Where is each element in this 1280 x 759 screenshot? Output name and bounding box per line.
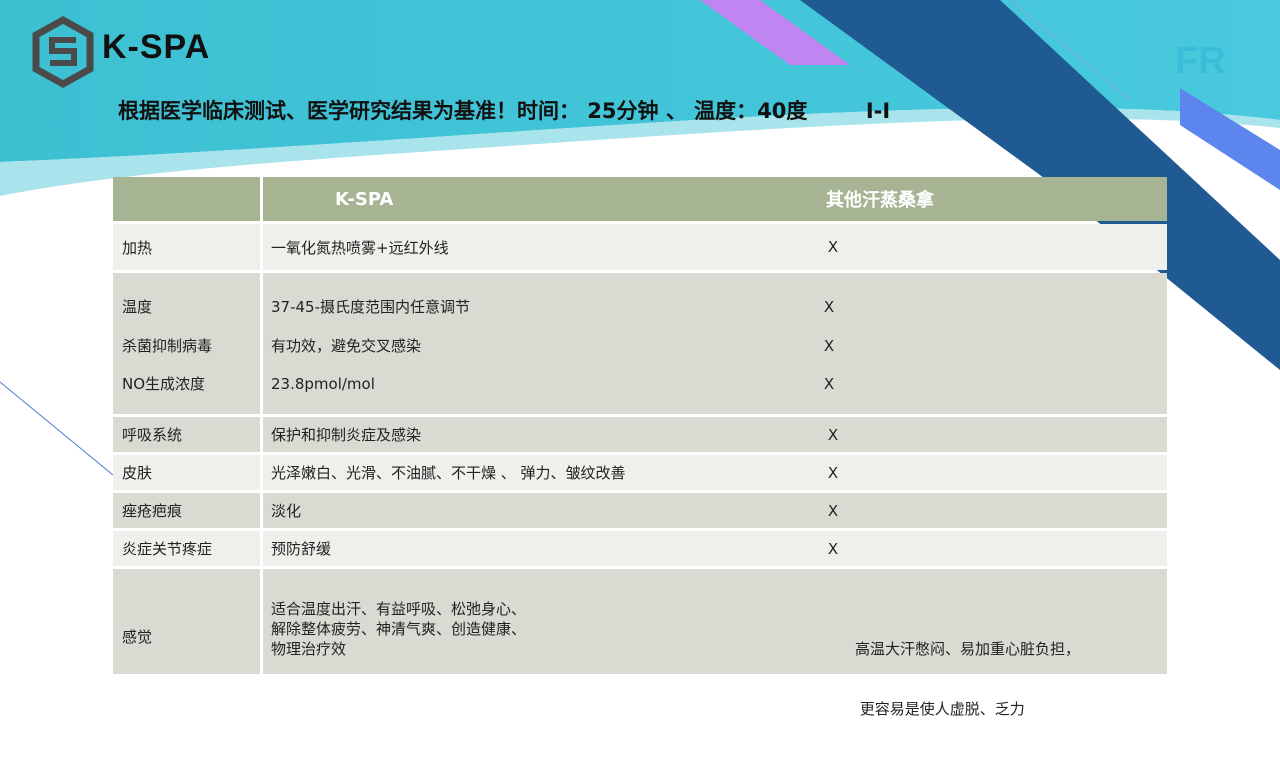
corner-watermark: FR bbox=[1175, 40, 1226, 82]
row-labels: 温度 杀菌抑制病毒 NO生成浓度 bbox=[113, 273, 260, 414]
kspa-feeling-text: 适合温度出汗、有益呼吸、松弛身心、 解除整体疲劳、神清气爽、创造健康、 物理治疗… bbox=[271, 599, 526, 659]
table-header-row: K-SPA 其他汗蒸桑拿 bbox=[113, 177, 1167, 221]
kspa-value-cell: 适合温度出汗、有益呼吸、松弛身心、 解除整体疲劳、神清气爽、创造健康、 物理治疗… bbox=[263, 569, 858, 674]
kspa-value: 保护和抑制炎症及感染 bbox=[263, 417, 858, 452]
row-label: 杀菌抑制病毒 bbox=[122, 337, 213, 355]
table-row-feeling: 感觉 适合温度出汗、有益呼吸、松弛身心、 解除整体疲劳、神清气爽、创造健康、 物… bbox=[113, 569, 1167, 718]
row-label: 加热 bbox=[113, 224, 260, 270]
table-row: 皮肤 光泽嫩白、光滑、不油腻、不干燥 、 弹力、皱纹改善 X bbox=[113, 455, 1167, 490]
comparison-table: K-SPA 其他汗蒸桑拿 加热 一氧化氮热喷雾+远红外线 X 温度 杀菌抑制病毒… bbox=[113, 177, 1167, 718]
kspa-feeling-line: 适合温度出汗、有益呼吸、松弛身心、 bbox=[271, 600, 527, 618]
other-feeling-line: 更容易是使人虚脱、乏力 bbox=[855, 700, 1025, 718]
table-row: 加热 一氧化氮热喷雾+远红外线 X bbox=[113, 224, 1167, 270]
row-label: 皮肤 bbox=[113, 455, 260, 490]
row-label: 温度 bbox=[122, 298, 153, 316]
row-label: NO生成浓度 bbox=[122, 375, 206, 393]
kspa-value: 有功效，避免交叉感染 bbox=[271, 337, 422, 355]
x-mark: X bbox=[827, 539, 839, 558]
kspa-feeling-line: 解除整体疲劳、神清气爽、创造健康、 bbox=[271, 620, 527, 638]
kspa-value: 淡化 bbox=[263, 493, 858, 528]
header-cell-other-label: 其他汗蒸桑拿 bbox=[826, 190, 934, 211]
kspa-value: 一氧化氮热喷雾+远红外线 bbox=[263, 224, 858, 270]
kspa-value: 23.8pmol/mol bbox=[271, 375, 375, 393]
x-mark: X bbox=[827, 463, 839, 482]
x-mark: X bbox=[827, 238, 839, 256]
row-label: 炎症关节疼症 bbox=[113, 531, 260, 566]
kspa-value: 预防舒缓 bbox=[263, 531, 858, 566]
other-value: X bbox=[828, 531, 1167, 566]
x-mark: X bbox=[827, 425, 839, 444]
row-label: 感觉 bbox=[122, 628, 153, 646]
other-values: X X X bbox=[824, 273, 1167, 414]
k-spa-hexagon-logo-icon bbox=[32, 16, 94, 88]
kspa-value: 37-45-摄氏度范围内任意调节 bbox=[271, 298, 471, 316]
row-label-cell: 感觉 bbox=[113, 569, 260, 674]
x-mark: X bbox=[823, 337, 835, 355]
other-value: X bbox=[828, 417, 1167, 452]
kspa-feeling-line: 物理治疗效 bbox=[271, 640, 347, 658]
other-value: X bbox=[828, 224, 1167, 270]
kspa-values: 37-45-摄氏度范围内任意调节 有功效，避免交叉感染 23.8pmol/mol bbox=[263, 273, 858, 414]
x-mark: X bbox=[823, 375, 835, 393]
header-cell-kspa: K-SPA bbox=[263, 177, 858, 221]
table-row: 炎症关节疼症 预防舒缓 X bbox=[113, 531, 1167, 566]
row-label: 呼吸系统 bbox=[113, 417, 260, 452]
other-feeling-text: 高温大汗憋闷、易加重心脏负担， 更容易是使人虚脱、乏力 bbox=[855, 599, 1080, 759]
header-cell-other: 其他汗蒸桑拿 bbox=[826, 177, 1167, 221]
other-value: X bbox=[828, 493, 1167, 528]
other-value: X bbox=[828, 455, 1167, 490]
kspa-value: 光泽嫩白、光滑、不油腻、不干燥 、 弹力、皱纹改善 bbox=[263, 455, 858, 490]
table-row-group: 温度 杀菌抑制病毒 NO生成浓度 37-45-摄氏度范围内任意调节 有功效，避免… bbox=[113, 273, 1167, 414]
other-value-cell: 高温大汗憋闷、易加重心脏负担， 更容易是使人虚脱、乏力 bbox=[855, 569, 1167, 718]
brand-name: K-SPA bbox=[102, 28, 211, 66]
x-mark: X bbox=[827, 501, 839, 520]
other-feeling-line: 高温大汗憋闷、易加重心脏负担， bbox=[855, 640, 1081, 658]
table-row: 呼吸系统 保护和抑制炎症及感染 X bbox=[113, 417, 1167, 452]
header-cell-blank bbox=[113, 177, 260, 221]
row-label: 痤疮疤痕 bbox=[113, 493, 260, 528]
x-mark: X bbox=[823, 298, 835, 316]
page-headline: 根据医学临床测试、医学研究结果为基准！时间： 25分钟 、 温度：40度 I-I bbox=[118, 99, 891, 123]
table-row: 痤疮疤痕 淡化 X bbox=[113, 493, 1167, 528]
